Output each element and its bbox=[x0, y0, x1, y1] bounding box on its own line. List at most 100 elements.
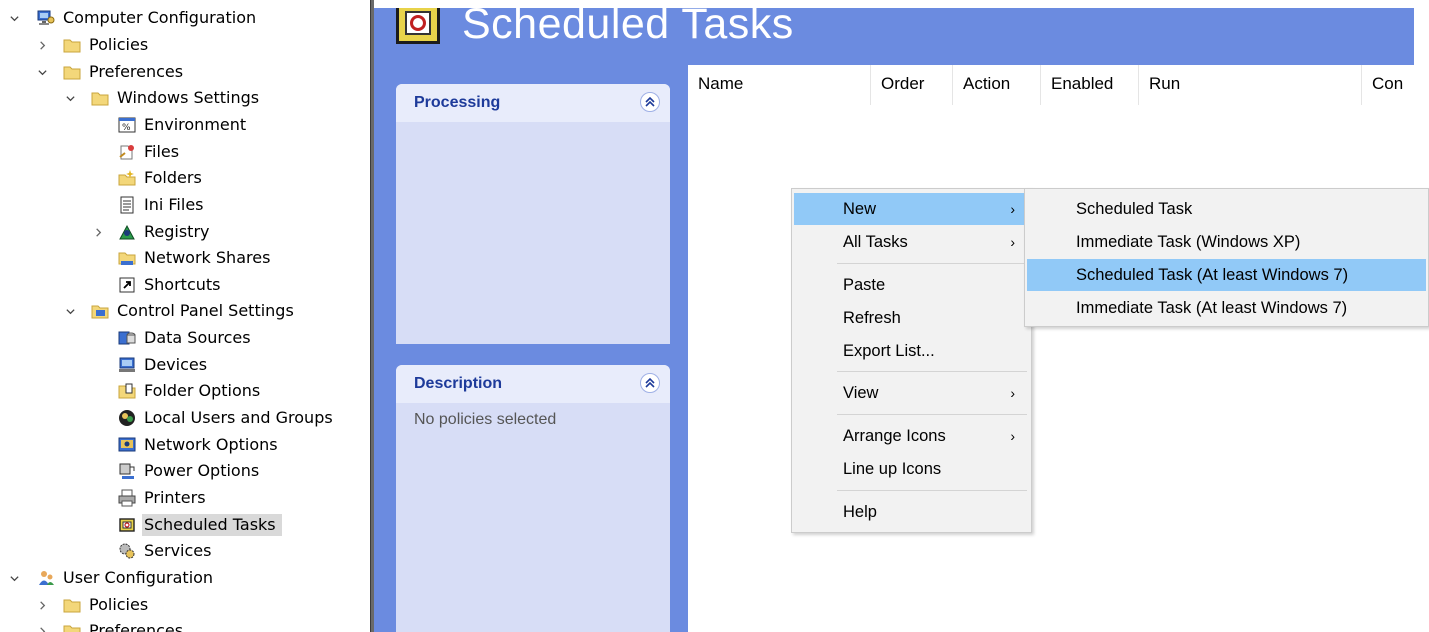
column-header-con[interactable]: Con bbox=[1362, 65, 1414, 105]
tree-item-label: Files bbox=[144, 142, 180, 161]
menu-item-label: Refresh bbox=[843, 309, 901, 327]
submenu-arrow-icon: › bbox=[1010, 234, 1015, 250]
tree-item-policies[interactable]: Policies bbox=[38, 32, 151, 58]
tree-item-registry[interactable]: Registry bbox=[94, 219, 213, 245]
tree-item-network-options[interactable]: Network Options bbox=[117, 432, 281, 458]
description-text: No policies selected bbox=[414, 411, 557, 428]
tree-item-ini-files[interactable]: Ini Files bbox=[117, 192, 207, 218]
menu-item-view[interactable]: View › bbox=[794, 377, 1029, 409]
submenu-arrow-icon: › bbox=[1010, 385, 1015, 401]
tree-item-shortcuts[interactable]: Shortcuts bbox=[117, 272, 223, 298]
tree-item-label: Scheduled Tasks bbox=[142, 514, 282, 536]
folder-icon bbox=[62, 621, 82, 632]
menu-item-line-up-icons[interactable]: Line up Icons bbox=[794, 453, 1029, 485]
tree-item-label: Services bbox=[144, 541, 212, 560]
tree-item-network-shares[interactable]: Network Shares bbox=[117, 245, 273, 271]
tree-item-computer-configuration[interactable]: Computer Configuration bbox=[8, 5, 259, 31]
collapse-chevron-icon[interactable] bbox=[640, 373, 660, 393]
tree-item-control-panel-settings[interactable]: Control Panel Settings bbox=[64, 298, 297, 324]
tree-item-local-users-and-groups[interactable]: Local Users and Groups bbox=[117, 405, 336, 431]
tree-item-label: Network Options bbox=[144, 435, 278, 454]
tree-item-label: Network Shares bbox=[144, 248, 271, 267]
tree-item-label: Environment bbox=[144, 115, 247, 134]
local-users-icon bbox=[117, 408, 137, 428]
folder-icon bbox=[62, 35, 82, 55]
column-header-order[interactable]: Order bbox=[871, 65, 953, 105]
menu-item-immediate-task-xp[interactable]: Immediate Task (Windows XP) bbox=[1027, 226, 1426, 258]
menu-item-label: View bbox=[843, 384, 879, 402]
chevron-down-icon[interactable] bbox=[36, 66, 48, 78]
list-header: Name Order Action Enabled Run Con bbox=[688, 65, 1414, 105]
menu-item-refresh[interactable]: Refresh bbox=[794, 302, 1029, 334]
folders-icon bbox=[117, 168, 137, 188]
tree-item-user-preferences[interactable]: Preferences bbox=[38, 618, 186, 632]
menu-item-paste[interactable]: Paste bbox=[794, 269, 1029, 301]
tree-item-preferences[interactable]: Preferences bbox=[36, 59, 186, 85]
menu-item-label: All Tasks bbox=[843, 233, 908, 251]
tree-item-label: Folder Options bbox=[144, 381, 261, 400]
chevron-right-icon[interactable] bbox=[92, 226, 104, 238]
environment-icon: % bbox=[117, 115, 137, 135]
tree-item-folder-options[interactable]: Folder Options bbox=[117, 378, 263, 404]
computer-config-icon bbox=[36, 8, 56, 28]
column-header-enabled[interactable]: Enabled bbox=[1041, 65, 1139, 105]
tree-item-printers[interactable]: Printers bbox=[117, 485, 209, 511]
tree-item-services[interactable]: Services bbox=[117, 538, 214, 564]
menu-item-all-tasks[interactable]: All Tasks › bbox=[794, 226, 1029, 258]
chevron-right-icon[interactable] bbox=[36, 625, 48, 632]
menu-item-new[interactable]: New › bbox=[794, 193, 1029, 225]
scheduled-tasks-icon bbox=[117, 515, 137, 535]
menu-item-label: Immediate Task (Windows XP) bbox=[1076, 233, 1301, 251]
control-panel-icon bbox=[90, 301, 110, 321]
printers-icon bbox=[117, 488, 137, 508]
devices-icon bbox=[117, 355, 137, 375]
submenu-arrow-icon: › bbox=[1010, 201, 1015, 217]
processing-panel: Processing bbox=[396, 84, 670, 344]
processing-panel-header: Processing bbox=[396, 84, 670, 122]
chevron-down-icon[interactable] bbox=[64, 92, 76, 104]
column-header-run[interactable]: Run bbox=[1139, 65, 1362, 105]
menu-item-arrange-icons[interactable]: Arrange Icons › bbox=[794, 420, 1029, 452]
tree-item-label: Registry bbox=[144, 222, 210, 241]
chevron-down-icon[interactable] bbox=[64, 305, 76, 317]
tree-item-environment[interactable]: % Environment bbox=[117, 112, 249, 138]
collapse-chevron-icon[interactable] bbox=[640, 92, 660, 112]
network-options-icon bbox=[117, 435, 137, 455]
menu-item-label: Paste bbox=[843, 276, 886, 294]
chevron-right-icon[interactable] bbox=[36, 599, 48, 611]
menu-item-export-list[interactable]: Export List... bbox=[794, 335, 1029, 367]
tree-item-files[interactable]: Files bbox=[117, 139, 182, 165]
processing-panel-title: Processing bbox=[414, 94, 501, 111]
tree-item-label: Computer Configuration bbox=[63, 8, 257, 27]
column-header-action[interactable]: Action bbox=[953, 65, 1041, 105]
folder-icon bbox=[62, 595, 82, 615]
taskpad-header: Scheduled Tasks bbox=[374, 8, 1414, 68]
menu-separator bbox=[837, 490, 1027, 491]
menu-item-immediate-task-win7[interactable]: Immediate Task (At least Windows 7) bbox=[1027, 292, 1426, 324]
menu-item-scheduled-task-win7[interactable]: Scheduled Task (At least Windows 7) bbox=[1027, 259, 1426, 291]
registry-icon bbox=[117, 222, 137, 242]
chevron-down-icon[interactable] bbox=[8, 12, 20, 24]
tree-item-user-configuration[interactable]: User Configuration bbox=[8, 565, 216, 591]
column-header-name[interactable]: Name bbox=[688, 65, 871, 105]
menu-item-help[interactable]: Help bbox=[794, 496, 1029, 528]
tree-item-power-options[interactable]: Power Options bbox=[117, 458, 262, 484]
menu-item-label: Arrange Icons bbox=[843, 427, 946, 445]
tree-item-devices[interactable]: Devices bbox=[117, 352, 210, 378]
svg-text:%: % bbox=[122, 123, 131, 133]
menu-item-label: Line up Icons bbox=[843, 460, 942, 478]
tree-item-label: Preferences bbox=[89, 621, 184, 632]
tree-item-user-policies[interactable]: Policies bbox=[38, 592, 151, 618]
folder-icon bbox=[90, 88, 110, 108]
tree-item-label: Folders bbox=[144, 168, 202, 187]
chevron-right-icon[interactable] bbox=[36, 39, 48, 51]
tree-item-folders[interactable]: Folders bbox=[117, 165, 205, 191]
menu-item-scheduled-task[interactable]: Scheduled Task bbox=[1027, 193, 1426, 225]
tree-item-label: User Configuration bbox=[63, 568, 214, 587]
tree-item-data-sources[interactable]: Data Sources bbox=[117, 325, 254, 351]
tree-item-scheduled-tasks[interactable]: Scheduled Tasks bbox=[117, 512, 282, 538]
tree-item-label: Policies bbox=[89, 595, 149, 614]
menu-item-label: Scheduled Task (At least Windows 7) bbox=[1076, 266, 1349, 284]
tree-item-windows-settings[interactable]: Windows Settings bbox=[64, 85, 262, 111]
chevron-down-icon[interactable] bbox=[8, 572, 20, 584]
